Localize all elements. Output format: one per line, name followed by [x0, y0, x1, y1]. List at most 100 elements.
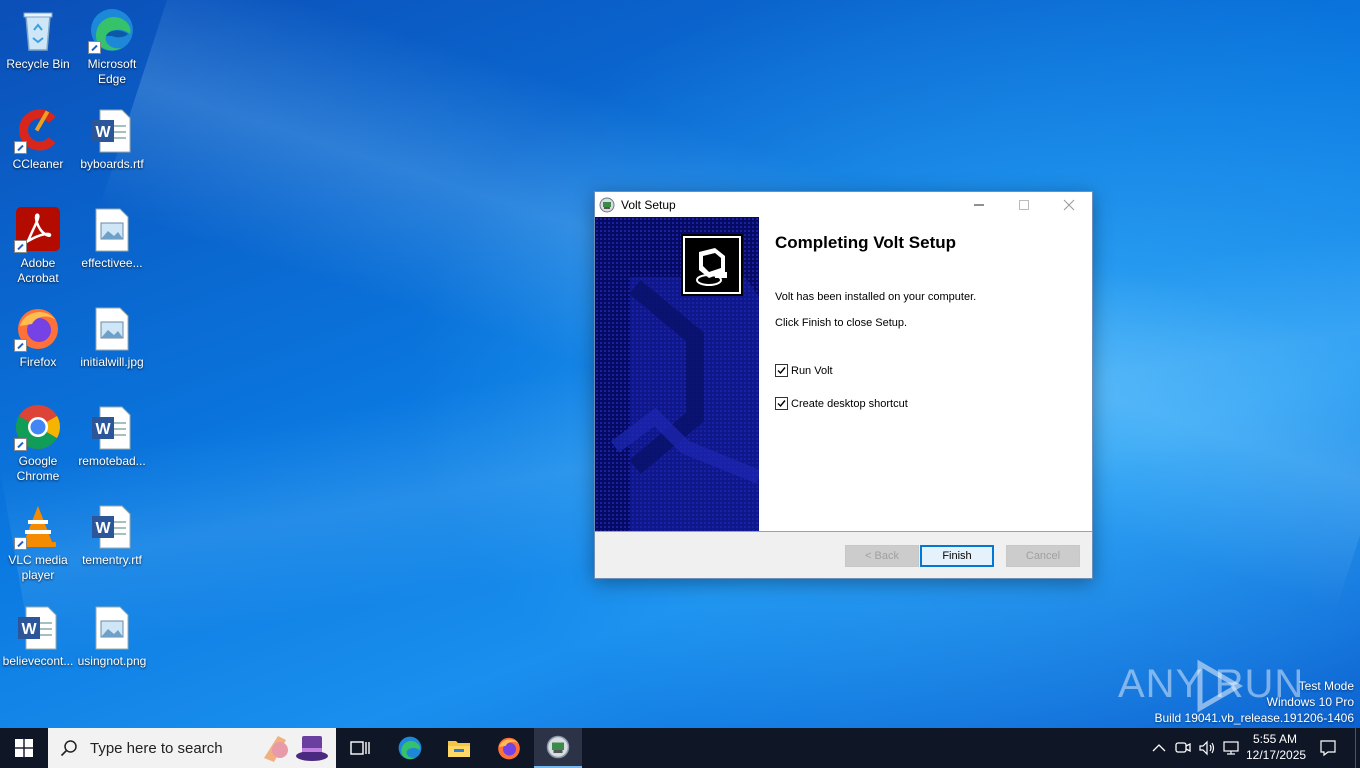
wizard-heading: Completing Volt Setup [775, 233, 957, 252]
dialog-title: Volt Setup [621, 197, 676, 212]
installer-logo-box [681, 234, 743, 296]
word-doc-icon: W [14, 603, 62, 651]
speaker-icon [1199, 740, 1215, 756]
meet-now-icon [1175, 742, 1191, 753]
word-doc-icon: W [88, 502, 136, 550]
chrome-icon [14, 403, 62, 451]
desktop-icon-effectivee[interactable]: effectivee... [74, 199, 150, 291]
test-mode-label: Test Mode [1298, 679, 1354, 693]
taskbar-file-explorer[interactable] [435, 728, 483, 768]
run-volt-option[interactable]: Run Volt [775, 364, 833, 377]
shortcut-arrow-icon [14, 339, 27, 352]
task-view-icon [350, 741, 370, 755]
svg-text:W: W [95, 421, 111, 438]
desktop-shortcut-option[interactable]: Create desktop shortcut [775, 397, 908, 410]
shortcut-arrow-icon [88, 41, 101, 54]
desktop-icon-vlc[interactable]: VLC media player [0, 496, 76, 588]
windows-edition: Windows 10 Pro [1266, 695, 1354, 709]
word-doc-icon: W [88, 106, 136, 154]
desktop-shortcut-label: Create desktop shortcut [791, 397, 908, 410]
start-button[interactable] [0, 728, 48, 768]
svg-text:W: W [95, 520, 111, 537]
taskbar-edge[interactable] [386, 728, 434, 768]
volume-button[interactable] [1197, 738, 1217, 758]
desktop-icon-label: Google Chrome [16, 454, 60, 483]
desktop-icon-remotebad[interactable]: W remotebad... [74, 397, 150, 489]
desktop-icon-initialwill[interactable]: initialwill.jpg [74, 298, 150, 390]
search-icon [60, 740, 77, 757]
network-button[interactable] [1221, 738, 1241, 758]
desktop-icon-adobe-acrobat[interactable]: Adobe Acrobat [0, 199, 76, 291]
desktop-shortcut-checkbox[interactable] [775, 397, 788, 410]
show-desktop-button[interactable] [1355, 728, 1360, 768]
dialog-titlebar[interactable]: Volt Setup [595, 192, 1092, 217]
system-clock[interactable]: 5:55 AM 12/17/2025 [1246, 731, 1306, 763]
volt-setup-icon [546, 735, 570, 759]
desktop-icon-recycle-bin[interactable]: Recycle Bin [0, 0, 76, 92]
desktop-icon-label: Recycle Bin [6, 57, 70, 71]
task-view-button[interactable] [336, 728, 384, 768]
taskbar-search-box[interactable]: Type here to search [48, 728, 336, 768]
desktop-icon-google-chrome[interactable]: Google Chrome [0, 397, 76, 489]
build-string: Build 19041.vb_release.191206-1406 [1154, 711, 1355, 725]
desktop-icon-label: initialwill.jpg [80, 355, 144, 369]
checkmark-icon [777, 367, 786, 375]
network-icon [1223, 741, 1239, 755]
show-hidden-icons-button[interactable] [1149, 738, 1169, 758]
desktop-icon-label: byboards.rtf [80, 157, 144, 171]
close-button[interactable] [1046, 192, 1091, 217]
maximize-button[interactable] [1001, 192, 1046, 217]
ccleaner-icon [14, 106, 62, 154]
shortcut-arrow-icon [14, 240, 27, 253]
meet-now-button[interactable] [1173, 738, 1193, 758]
wizard-content: Completing Volt Setup Volt has been inst… [759, 217, 1092, 531]
desktop-icon-label: usingnot.png [77, 654, 147, 668]
svg-text:W: W [21, 621, 37, 638]
desktop-icon-label: VLC media player [8, 553, 68, 582]
close-icon [1063, 199, 1074, 210]
svg-text:W: W [95, 124, 111, 141]
word-doc-icon: W [88, 403, 136, 451]
windows-logo-icon [15, 739, 33, 757]
desktop-icon-ccleaner[interactable]: CCleaner [0, 100, 76, 192]
desktop-icon-byboards[interactable]: W byboards.rtf [74, 100, 150, 192]
maximize-icon [1018, 199, 1029, 210]
taskbar-firefox[interactable] [485, 728, 533, 768]
image-file-icon [88, 304, 136, 352]
desktop-icon-believecont[interactable]: W believecont... [0, 597, 76, 689]
image-file-icon [88, 205, 136, 253]
firefox-icon [14, 304, 62, 352]
taskbar-volt-setup[interactable] [534, 728, 582, 768]
button-bar-divider [595, 531, 1092, 532]
desktop-icon-label: Adobe Acrobat [17, 256, 59, 285]
shortcut-arrow-icon [14, 438, 27, 451]
run-volt-label: Run Volt [791, 364, 833, 377]
chevron-up-icon [1152, 744, 1166, 752]
desktop-icon-label: Firefox [19, 355, 57, 369]
wizard-side-banner [595, 217, 759, 531]
desktop-icon-label: CCleaner [12, 157, 64, 171]
search-placeholder: Type here to search [90, 739, 223, 757]
run-volt-checkbox[interactable] [775, 364, 788, 377]
shortcut-arrow-icon [14, 537, 27, 550]
back-button[interactable]: < Back [845, 545, 919, 567]
cancel-button[interactable]: Cancel [1006, 545, 1080, 567]
recycle-bin-icon [14, 6, 62, 54]
desktop-icon-microsoft-edge[interactable]: Microsoft Edge [74, 0, 150, 92]
action-center-button[interactable] [1318, 738, 1338, 758]
desktop-icon-label: tementry.rtf [82, 553, 142, 567]
installer-logo-icon [685, 238, 739, 292]
test-mode-notice: Test Mode Windows 10 Pro Build 19041.vb_… [1155, 678, 1355, 726]
finish-instruction: Click Finish to close Setup. [775, 317, 908, 329]
volt-setup-dialog: Volt Setup Completing Volt Setup Volt ha… [594, 191, 1093, 579]
minimize-button[interactable] [956, 192, 1001, 217]
desktop-icon-label: remotebad... [78, 454, 146, 468]
desktop-icon-usingnot[interactable]: usingnot.png [74, 597, 150, 689]
edge-icon [398, 736, 422, 760]
desktop-icon-firefox[interactable]: Firefox [0, 298, 76, 390]
dialog-body: Completing Volt Setup Volt has been inst… [595, 217, 1092, 531]
finish-button[interactable]: Finish [920, 545, 994, 567]
edge-icon [88, 6, 136, 54]
setup-app-icon [599, 197, 615, 212]
desktop-icon-tementry[interactable]: W tementry.rtf [74, 496, 150, 588]
